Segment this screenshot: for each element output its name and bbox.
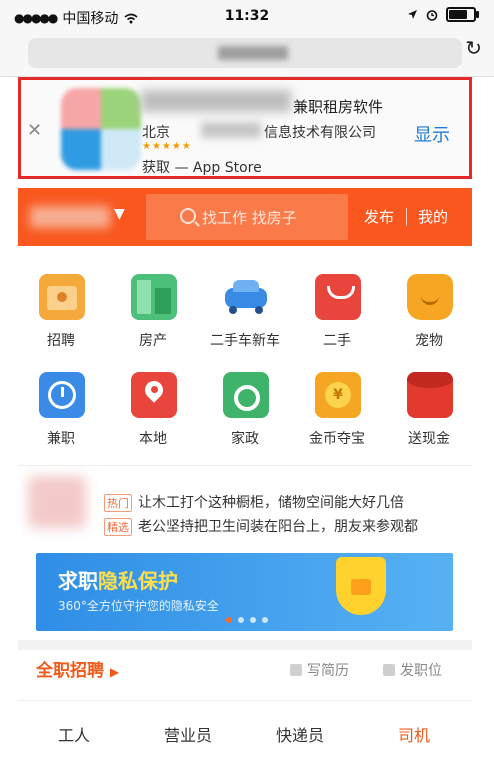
category-label: 送现金 bbox=[408, 431, 450, 447]
store-label: 获取 — App Store bbox=[142, 160, 262, 176]
section-divider bbox=[18, 640, 472, 650]
battery-icon bbox=[446, 7, 479, 22]
reload-icon[interactable]: ↻ bbox=[465, 36, 482, 60]
rating-stars: ★★★★★ bbox=[142, 141, 192, 152]
chevron-right-icon: ▶ bbox=[109, 665, 120, 679]
news-thumbnail bbox=[28, 476, 86, 528]
header-separator bbox=[406, 208, 407, 226]
category-housekeeping[interactable]: 家政 bbox=[199, 360, 291, 452]
category-label: 家政 bbox=[231, 431, 259, 447]
job-tab-worker[interactable]: 工人 bbox=[58, 722, 90, 746]
news-headline: 让木工打个这种橱柜，储物空间能大好几倍 bbox=[138, 495, 404, 511]
carousel-dot[interactable] bbox=[238, 617, 244, 623]
app-icon bbox=[61, 88, 141, 170]
job-tab-salesclerk[interactable]: 营业员 bbox=[164, 722, 212, 746]
divider bbox=[18, 700, 472, 701]
status-bar: ●●●●● 中国移动 11:32 bbox=[0, 0, 494, 32]
shopping-bag-icon bbox=[315, 274, 361, 320]
category-label: 招聘 bbox=[47, 333, 75, 349]
map-pin-icon bbox=[131, 372, 177, 418]
company-name-end: 信息技术有限公司 bbox=[264, 125, 376, 141]
site-header: ▼ 找工作 找房子 发布 我的 bbox=[18, 188, 472, 246]
category-label: 本地 bbox=[139, 431, 167, 447]
category-label: 宠物 bbox=[415, 333, 443, 349]
app-title: 兼职租房软件 bbox=[293, 98, 384, 116]
category-label: 金币夺宝 bbox=[309, 431, 365, 447]
fulltime-jobs-title[interactable]: 全职招聘 ▶ bbox=[36, 656, 119, 681]
caret-down-icon[interactable]: ▼ bbox=[114, 206, 125, 222]
resume-icon bbox=[290, 664, 302, 676]
carousel-dot[interactable] bbox=[226, 617, 232, 623]
featured-tag: 精选 bbox=[104, 518, 132, 536]
news-item[interactable]: 精选 老公坚持把卫生间装在阳台上，朋友来参观都 bbox=[104, 516, 444, 536]
cat-icon bbox=[407, 274, 453, 320]
search-icon bbox=[180, 208, 196, 224]
privacy-promo-banner[interactable]: 求职隐私保护 360°全方位守护您的隐私安全 bbox=[36, 553, 453, 631]
building-icon bbox=[131, 274, 177, 320]
news-item[interactable]: 热门 让木工打个这种橱柜，储物空间能大好几倍 bbox=[104, 492, 404, 512]
post-icon bbox=[383, 664, 395, 676]
lock-icon bbox=[351, 579, 371, 595]
search-placeholder: 找工作 找房子 bbox=[202, 209, 297, 227]
divider bbox=[18, 465, 472, 466]
category-parttime[interactable]: 兼职 bbox=[15, 360, 107, 452]
status-icons bbox=[407, 7, 479, 22]
carousel-dot[interactable] bbox=[262, 617, 268, 623]
mine-link[interactable]: 我的 bbox=[418, 206, 448, 227]
category-label: 二手 bbox=[323, 333, 351, 349]
category-recruitment[interactable]: 招聘 bbox=[15, 262, 107, 354]
carousel-dots bbox=[226, 617, 268, 623]
app-name-redacted bbox=[141, 90, 291, 112]
category-secondhand[interactable]: 二手 bbox=[291, 262, 383, 354]
category-label: 兼职 bbox=[47, 431, 75, 447]
category-property[interactable]: 房产 bbox=[107, 262, 199, 354]
promo-title: 求职隐私保护 bbox=[58, 569, 178, 593]
briefcase-icon bbox=[39, 274, 85, 320]
publish-link[interactable]: 发布 bbox=[364, 206, 394, 227]
red-envelope-icon bbox=[407, 372, 453, 418]
promo-subtitle: 360°全方位守护您的隐私安全 bbox=[58, 599, 219, 613]
show-button[interactable]: 显示 bbox=[414, 121, 450, 147]
job-tab-courier[interactable]: 快递员 bbox=[276, 722, 324, 746]
browser-toolbar: ↻ bbox=[0, 32, 494, 77]
close-icon[interactable]: ✕ bbox=[27, 120, 42, 141]
news-headline: 老公坚持把卫生间装在阳台上，朋友来参观都 bbox=[138, 519, 418, 535]
location-arrow-icon bbox=[408, 10, 417, 19]
carousel-dot[interactable] bbox=[250, 617, 256, 623]
category-cars[interactable]: 二手车新车 bbox=[199, 262, 291, 354]
category-gold-coin[interactable]: ¥ 金币夺宝 bbox=[291, 360, 383, 452]
car-icon bbox=[223, 274, 269, 320]
city-selector-redacted[interactable] bbox=[30, 206, 110, 228]
smart-app-banner: ✕ 兼职租房软件 北京 信息技术有限公司 ★★★★★ 获取 — App Stor… bbox=[18, 77, 472, 179]
clock-icon bbox=[39, 372, 85, 418]
category-local[interactable]: 本地 bbox=[107, 360, 199, 452]
write-resume-button[interactable]: 写简历 bbox=[290, 660, 349, 680]
hot-tag: 热门 bbox=[104, 494, 132, 512]
job-tab-driver[interactable]: 司机 bbox=[398, 722, 430, 746]
category-label: 二手车新车 bbox=[210, 333, 280, 349]
search-box[interactable]: 找工作 找房子 bbox=[146, 194, 348, 240]
category-cash[interactable]: 送现金 bbox=[383, 360, 475, 452]
washer-icon bbox=[223, 372, 269, 418]
company-name-redacted bbox=[201, 122, 261, 138]
post-job-button[interactable]: 发职位 bbox=[383, 660, 442, 680]
coin-icon: ¥ bbox=[315, 372, 361, 418]
address-text-redacted bbox=[218, 46, 288, 60]
alarm-icon bbox=[426, 9, 438, 21]
company-name-start: 北京 bbox=[142, 125, 170, 141]
category-pets[interactable]: 宠物 bbox=[383, 262, 475, 354]
address-bar[interactable] bbox=[28, 38, 462, 68]
category-label: 房产 bbox=[139, 333, 167, 349]
